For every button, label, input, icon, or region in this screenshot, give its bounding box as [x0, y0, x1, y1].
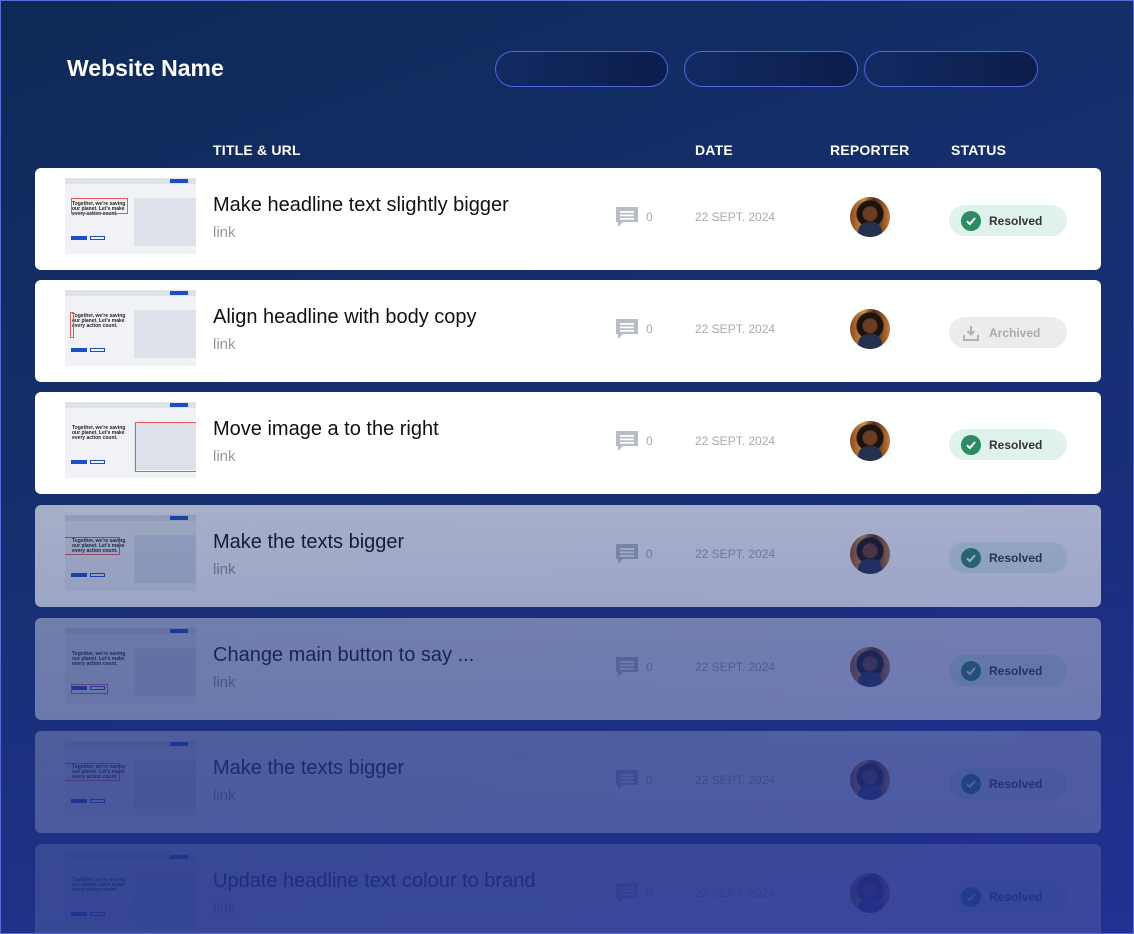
table-row[interactable]: Together, we're saving our planet. Let's…	[35, 731, 1101, 833]
row-title[interactable]: Change main button to say ...	[213, 644, 474, 667]
status-badge[interactable]: Resolved	[949, 542, 1067, 573]
table-row[interactable]: Together, we're saving our planet. Let's…	[35, 392, 1101, 494]
status-badge[interactable]: Archived	[949, 317, 1067, 348]
row-date: 22 SEPT. 2024	[695, 547, 776, 561]
check-circle-icon	[961, 886, 981, 907]
archive-download-icon	[961, 323, 981, 343]
comment-count: 0	[646, 322, 653, 336]
screenshot-thumbnail[interactable]: Together, we're saving our planet. Let's…	[65, 854, 196, 930]
row-link[interactable]: link	[213, 900, 236, 917]
filter-pill-2[interactable]	[684, 51, 858, 87]
row-date: 22 SEPT. 2024	[695, 660, 776, 674]
comment-icon[interactable]	[615, 429, 639, 458]
site-name: Website Name	[67, 55, 224, 81]
column-title-url[interactable]: TITLE & URL	[213, 142, 301, 158]
reporter-avatar[interactable]	[850, 534, 890, 574]
status-label: Resolved	[989, 550, 1043, 565]
row-link[interactable]: link	[213, 787, 236, 804]
check-circle-icon	[961, 660, 981, 681]
row-date: 22 SEPT. 2024	[695, 434, 776, 448]
thumbnail-highlight	[65, 763, 120, 781]
status-badge[interactable]: Resolved	[949, 881, 1067, 912]
reporter-avatar[interactable]	[850, 873, 890, 913]
reporter-avatar[interactable]	[850, 760, 890, 800]
thumbnail-headline: Together, we're saving our planet. Let's…	[72, 425, 126, 441]
feedback-board: Website Name TITLE & URL DATE REPORTER S…	[0, 0, 1134, 934]
comment-icon[interactable]	[615, 881, 639, 910]
comment-count: 0	[646, 434, 653, 448]
row-date: 22 SEPT. 2024	[695, 773, 776, 787]
thumbnail-highlight	[71, 198, 128, 214]
screenshot-thumbnail[interactable]: Together, we're saving our planet. Let's…	[65, 741, 196, 817]
status-label: Archived	[989, 325, 1041, 340]
status-badge[interactable]: Resolved	[949, 655, 1067, 686]
status-badge[interactable]: Resolved	[949, 429, 1067, 460]
reporter-avatar[interactable]	[850, 421, 890, 461]
comment-icon[interactable]	[615, 205, 639, 234]
thumbnail-highlight	[70, 312, 74, 338]
row-title[interactable]: Update headline text colour to brand	[213, 870, 535, 893]
table-row[interactable]: Together, we're saving our planet. Let's…	[35, 505, 1101, 607]
row-link[interactable]: link	[213, 336, 236, 353]
comment-count: 0	[646, 773, 653, 787]
thumbnail-highlight	[135, 422, 196, 472]
check-circle-icon	[961, 434, 981, 455]
row-date: 22 SEPT. 2024	[695, 886, 776, 900]
reporter-avatar[interactable]	[850, 309, 890, 349]
comment-icon[interactable]	[615, 317, 639, 346]
comment-count: 0	[646, 660, 653, 674]
reporter-avatar[interactable]	[850, 647, 890, 687]
status-badge[interactable]: Resolved	[949, 205, 1067, 236]
comment-icon[interactable]	[615, 655, 639, 684]
thumbnail-highlight	[71, 684, 108, 694]
status-label: Resolved	[989, 213, 1043, 228]
row-title[interactable]: Make the texts bigger	[213, 531, 404, 554]
reporter-avatar[interactable]	[850, 197, 890, 237]
row-link[interactable]: link	[213, 448, 236, 465]
column-date[interactable]: DATE	[695, 142, 733, 158]
check-circle-icon	[961, 547, 981, 568]
comment-icon[interactable]	[615, 768, 639, 797]
row-title[interactable]: Move image a to the right	[213, 418, 439, 441]
column-reporter[interactable]: REPORTER	[830, 142, 909, 158]
thumbnail-headline: Together, we're saving our planet. Let's…	[72, 877, 126, 893]
thumbnail-headline: Together, we're saving our planet. Let's…	[72, 651, 126, 667]
table-row[interactable]: Together, we're saving our planet. Let's…	[35, 844, 1101, 933]
check-circle-icon	[961, 773, 981, 794]
status-label: Resolved	[989, 437, 1043, 452]
screenshot-thumbnail[interactable]: Together, we're saving our planet. Let's…	[65, 290, 196, 366]
comment-count: 0	[646, 886, 653, 900]
comment-icon[interactable]	[615, 542, 639, 571]
filter-pill-3[interactable]	[864, 51, 1038, 87]
screenshot-thumbnail[interactable]: Together, we're saving our planet. Let's…	[65, 178, 196, 254]
column-status[interactable]: STATUS	[951, 142, 1006, 158]
row-title[interactable]: Align headline with body copy	[213, 306, 477, 329]
status-badge[interactable]: Resolved	[949, 768, 1067, 799]
table-row[interactable]: Together, we're saving our planet. Let's…	[35, 618, 1101, 720]
row-date: 22 SEPT. 2024	[695, 322, 776, 336]
filter-pill-1[interactable]	[495, 51, 668, 87]
check-circle-icon	[961, 210, 981, 231]
row-link[interactable]: link	[213, 224, 236, 241]
screenshot-thumbnail[interactable]: Together, we're saving our planet. Let's…	[65, 515, 196, 591]
row-date: 22 SEPT. 2024	[695, 210, 776, 224]
comment-count: 0	[646, 547, 653, 561]
table-row[interactable]: Together, we're saving our planet. Let's…	[35, 168, 1101, 270]
status-label: Resolved	[989, 889, 1043, 904]
thumbnail-highlight	[65, 537, 120, 555]
row-link[interactable]: link	[213, 561, 236, 578]
screenshot-thumbnail[interactable]: Together, we're saving our planet. Let's…	[65, 402, 196, 478]
row-title[interactable]: Make headline text slightly bigger	[213, 194, 509, 217]
thumbnail-headline: Together, we're saving our planet. Let's…	[72, 313, 126, 329]
status-label: Resolved	[989, 663, 1043, 678]
table-row[interactable]: Together, we're saving our planet. Let's…	[35, 280, 1101, 382]
row-link[interactable]: link	[213, 674, 236, 691]
row-title[interactable]: Make the texts bigger	[213, 757, 404, 780]
status-label: Resolved	[989, 776, 1043, 791]
comment-count: 0	[646, 210, 653, 224]
screenshot-thumbnail[interactable]: Together, we're saving our planet. Let's…	[65, 628, 196, 704]
